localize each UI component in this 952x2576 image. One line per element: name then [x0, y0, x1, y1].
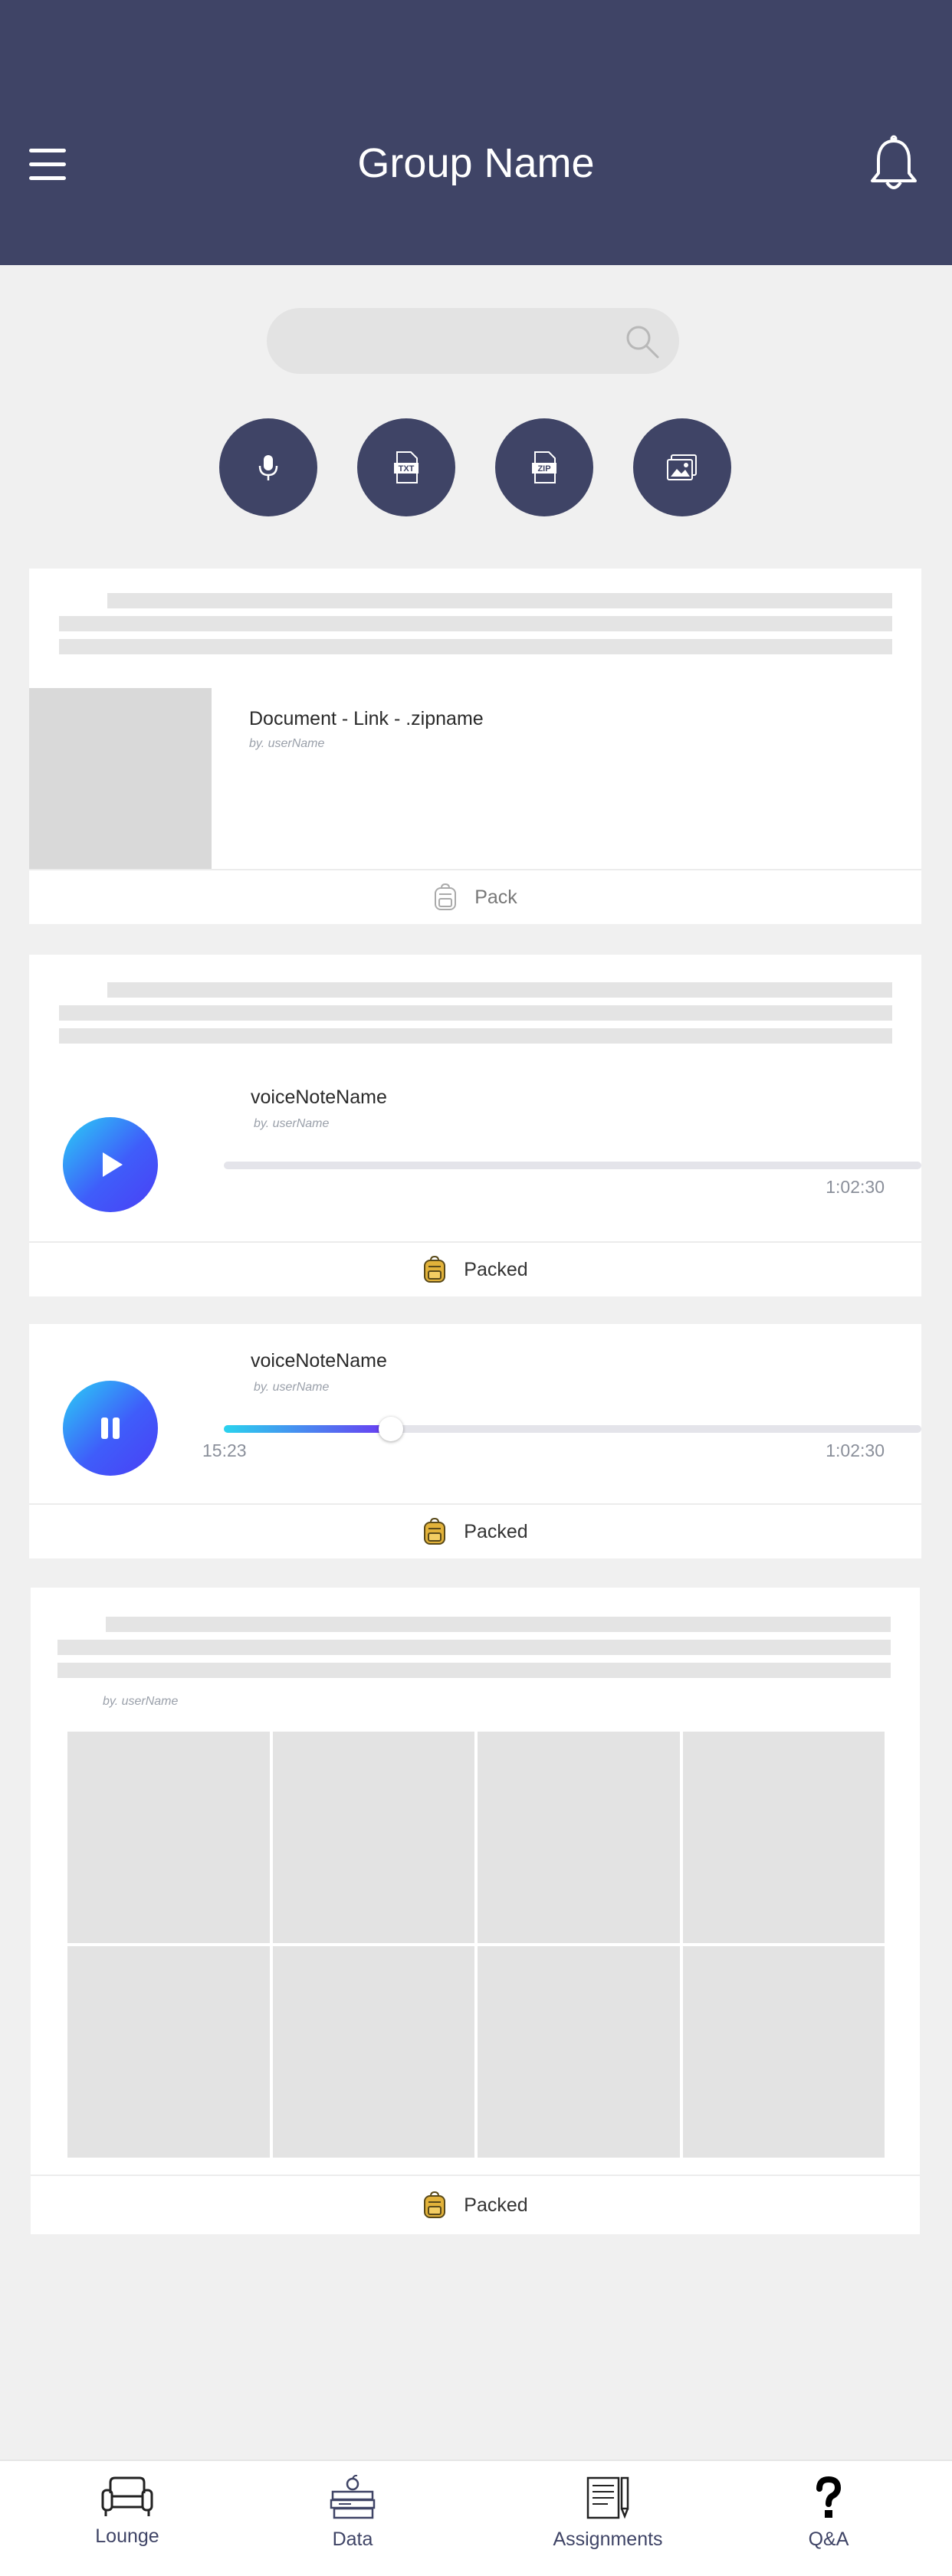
text-placeholder	[107, 593, 892, 608]
packed-label: Packed	[464, 1258, 528, 1280]
play-button[interactable]	[63, 1117, 158, 1212]
nav-item-qa[interactable]: Q&A	[752, 2475, 905, 2551]
backpack-icon	[424, 1518, 446, 1545]
voice-note-title: voiceNoteName	[251, 1350, 387, 1372]
gallery-image[interactable]	[478, 1946, 680, 2158]
bottom-navigation: Lounge Data Assignments Q&A	[0, 2460, 952, 2576]
gallery-image[interactable]	[272, 1946, 474, 2158]
audio-progress-bar[interactable]	[224, 1162, 921, 1169]
text-placeholder	[57, 1640, 891, 1655]
sofa-icon	[101, 2476, 153, 2516]
pack-button[interactable]: Pack	[29, 869, 921, 924]
gallery-image[interactable]	[67, 1732, 270, 1943]
voice-note-card: voiceNoteName by. userName 1:02:30 Packe…	[29, 955, 921, 1296]
backpack-icon	[424, 2191, 446, 2218]
audio-scrub-handle[interactable]	[379, 1417, 404, 1441]
microphone-icon	[258, 455, 278, 480]
gallery-image[interactable]	[272, 1732, 474, 1943]
svg-text:TXT: TXT	[399, 464, 415, 474]
nav-label: Lounge	[95, 2525, 159, 2547]
nav-item-lounge[interactable]: Lounge	[51, 2475, 204, 2548]
page-title: Group Name	[357, 140, 595, 186]
packed-label: Packed	[464, 1520, 528, 1542]
record-voice-button[interactable]	[219, 418, 317, 516]
document-post-card: Document - Link - .zipname by. userName …	[29, 569, 921, 924]
document-byline: by. userName	[249, 737, 325, 750]
text-placeholder	[59, 616, 892, 631]
audio-progress-fill	[224, 1425, 392, 1433]
gallery-image[interactable]	[682, 1732, 885, 1943]
notepad-pencil-icon	[586, 2476, 629, 2519]
voice-note-title: voiceNoteName	[251, 1086, 387, 1108]
packed-button[interactable]: Packed	[29, 1241, 921, 1296]
nav-item-data[interactable]: Data	[276, 2475, 429, 2551]
audio-elapsed: 15:23	[202, 1440, 247, 1460]
pause-icon	[101, 1417, 120, 1439]
nav-label: Assignments	[553, 2528, 663, 2550]
audio-progress-bar[interactable]	[224, 1417, 921, 1441]
question-mark-icon	[816, 2476, 842, 2518]
voice-note-byline: by. userName	[254, 1381, 330, 1394]
gallery-image[interactable]	[67, 1946, 270, 2158]
nav-label: Q&A	[808, 2528, 849, 2550]
backpack-outline-icon	[435, 883, 457, 910]
text-placeholder	[59, 1005, 892, 1021]
pack-label: Pack	[474, 886, 517, 908]
voice-note-card-playing: voiceNoteName by. userName 15:23 1:02:30…	[29, 1324, 921, 1558]
text-placeholder	[57, 1663, 891, 1678]
gallery-byline: by. userName	[103, 1695, 179, 1708]
books-icon	[330, 2475, 376, 2519]
search-icon[interactable]	[624, 323, 661, 360]
play-icon	[103, 1152, 123, 1177]
nav-item-assignments[interactable]: Assignments	[531, 2475, 684, 2551]
text-placeholder	[106, 1617, 891, 1632]
image-grid	[67, 1732, 885, 2158]
upload-txt-button[interactable]: TXT	[357, 418, 455, 516]
packed-button[interactable]: Packed	[29, 1503, 921, 1558]
backpack-icon	[424, 1256, 446, 1283]
packed-button[interactable]: Packed	[31, 2175, 920, 2234]
document-title[interactable]: Document - Link - .zipname	[249, 708, 484, 730]
gallery-icon	[667, 454, 697, 480]
nav-label: Data	[332, 2528, 373, 2550]
zip-file-icon: ZIP	[532, 451, 556, 483]
bell-icon[interactable]	[868, 135, 920, 195]
upload-zip-button[interactable]: ZIP	[495, 418, 593, 516]
document-thumbnail[interactable]	[29, 688, 212, 869]
text-placeholder	[59, 1028, 892, 1044]
text-placeholder	[59, 639, 892, 654]
search-input[interactable]	[267, 308, 679, 374]
packed-label: Packed	[464, 2194, 528, 2216]
audio-duration: 1:02:30	[826, 1440, 885, 1460]
gallery-image[interactable]	[478, 1732, 680, 1943]
gallery-image[interactable]	[682, 1946, 885, 2158]
text-placeholder	[107, 982, 892, 998]
upload-image-button[interactable]	[633, 418, 731, 516]
gallery-post-card: by. userName Packed	[31, 1588, 920, 2234]
pause-button[interactable]	[63, 1381, 158, 1476]
voice-note-byline: by. userName	[254, 1117, 330, 1130]
audio-duration: 1:02:30	[826, 1177, 885, 1197]
svg-text:ZIP: ZIP	[537, 464, 550, 474]
app-header: Group Name	[0, 0, 952, 265]
txt-file-icon: TXT	[394, 451, 419, 483]
